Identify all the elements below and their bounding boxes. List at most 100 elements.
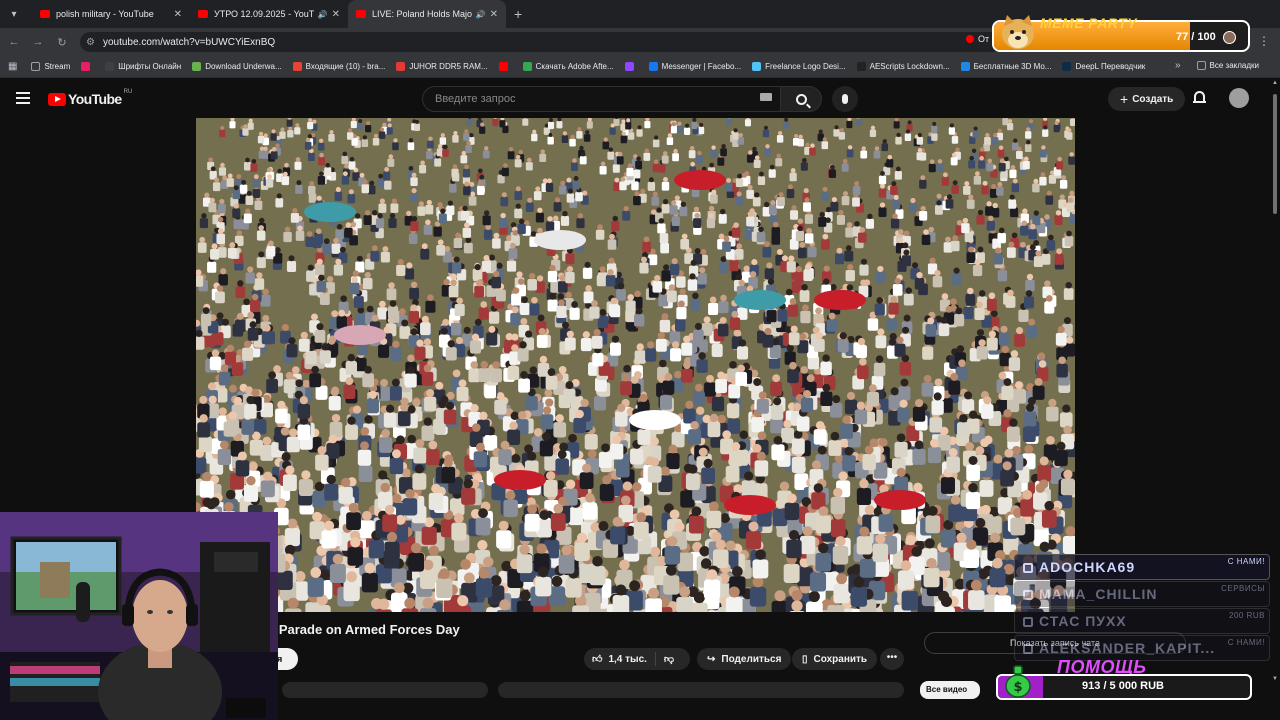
supporter-row: ADOCHKA69 С НАМИ!: [1014, 554, 1270, 580]
bookmark-favicon-icon: [752, 62, 762, 71]
apps-grid-icon[interactable]: ▦: [8, 61, 17, 72]
meme-party-count: 77 / 100: [1176, 31, 1216, 43]
like-dislike-group: 👍︎ 1,4 тыс. 👎︎: [584, 648, 690, 670]
umbrella: [674, 170, 726, 190]
bookmark-favicon-icon: [856, 62, 866, 71]
video-title: y Parade on Armed Forces Day: [268, 622, 460, 637]
browser-tab[interactable]: polish military - YouTube ✕: [32, 0, 190, 28]
page-scrollbar[interactable]: ▲ ▼: [1270, 78, 1280, 720]
bookmarks-bar: ▦ Stream Шрифты Онлайн Download Underwa.…: [0, 56, 1280, 78]
twitch-icon: [1023, 590, 1033, 600]
streamer-webcam: [0, 512, 278, 720]
bookmark-item[interactable]: Freelance Logo Desi...: [752, 62, 846, 71]
browser-menu-icon[interactable]: ⋮: [1258, 34, 1270, 48]
menu-icon[interactable]: [16, 92, 30, 104]
site-info-icon[interactable]: ⚙: [86, 37, 95, 48]
crowd-video-frame: [196, 118, 1075, 612]
bookmark-favicon-icon: [1062, 62, 1072, 71]
bookmark-favicon-icon: [81, 62, 91, 71]
twitch-icon: [1023, 617, 1033, 627]
dislike-button[interactable]: 👎︎: [656, 653, 682, 665]
close-tab-icon[interactable]: ✕: [332, 9, 340, 20]
donation-goal-amount: 913 / 5 000 RUB: [1082, 680, 1164, 692]
keyboard-icon[interactable]: [760, 93, 772, 101]
omnibox-chip[interactable]: От: [966, 34, 989, 44]
microphone-icon: [842, 94, 848, 104]
folder-icon: [1196, 61, 1206, 70]
close-tab-icon[interactable]: ✕: [174, 9, 182, 20]
back-icon[interactable]: ←: [2, 36, 26, 48]
bookmark-favicon-icon: [292, 62, 302, 71]
bookmark-item[interactable]: JUHOR DDR5 RAM...: [396, 62, 488, 71]
umbrella: [629, 410, 681, 430]
youtube-favicon-icon: [356, 10, 366, 18]
bookmark-item[interactable]: DeepL Переводчик: [1062, 62, 1145, 71]
save-button[interactable]: ▯ Сохранить: [792, 648, 878, 670]
umbrella: [724, 495, 776, 515]
all-bookmarks-button[interactable]: Все закладки: [1196, 61, 1259, 70]
umbrella: [734, 290, 786, 310]
browser-tab-active[interactable]: LIVE: Poland Holds Major M 🔊 ✕: [348, 0, 506, 28]
speaker-icon[interactable]: 🔊: [476, 10, 486, 19]
filter-chip-all[interactable]: Все видео: [920, 681, 980, 699]
share-button[interactable]: ↪ Поделиться: [697, 648, 792, 670]
plus-icon: +: [1120, 91, 1129, 107]
screen: ▾ polish military - YouTube ✕ УТРО 12.09…: [0, 0, 1280, 720]
search-button[interactable]: [780, 86, 822, 112]
like-button[interactable]: 👍︎ 1,4 тыс.: [584, 652, 656, 666]
tab-title: УТРО 12.09.2025 - YouTube: [214, 9, 314, 19]
youtube-logo[interactable]: YouTube RU: [48, 89, 133, 107]
scroll-up-icon[interactable]: ▲: [1272, 80, 1278, 86]
region-label: RU: [123, 89, 133, 95]
meme-party-avatar-icon: [1223, 31, 1236, 44]
more-bookmarks-icon[interactable]: »: [1175, 60, 1181, 71]
twitch-icon: [1023, 563, 1033, 573]
browser-tab[interactable]: УТРО 12.09.2025 - YouTube 🔊 ✕: [190, 0, 348, 28]
close-tab-icon[interactable]: ✕: [490, 9, 498, 20]
bookmark-favicon-icon: [624, 62, 634, 71]
bookmark-item[interactable]: [498, 62, 512, 71]
share-arrow-icon: ↪: [707, 653, 716, 665]
search-input[interactable]: Введите запрос: [422, 86, 782, 112]
bookmark-item[interactable]: Бесплатные 3D Мо...: [960, 62, 1051, 71]
bookmark-item[interactable]: Входящие (10) - bra...: [292, 62, 385, 71]
bookmark-item[interactable]: Шрифты Онлайн: [105, 62, 181, 71]
bookmark-favicon-icon: [192, 62, 202, 71]
video-player[interactable]: [196, 118, 1075, 612]
scroll-down-icon[interactable]: ▼: [1272, 676, 1278, 682]
webcam-frame: [0, 512, 278, 720]
supporters-feed: ADOCHKA69 С НАМИ! MAMA_CHILLIN СЕРВИСЫ СТА…: [1014, 554, 1270, 662]
thumbs-down-icon: 👎︎: [663, 654, 675, 665]
description-chip[interactable]: [282, 682, 488, 698]
forward-icon[interactable]: →: [26, 36, 50, 48]
new-tab-icon[interactable]: +: [514, 6, 522, 22]
avatar[interactable]: [1229, 88, 1249, 108]
bookmark-item[interactable]: Скачать Adobe Afte...: [522, 62, 614, 71]
bookmark-item[interactable]: [81, 62, 94, 71]
umbrella: [334, 325, 386, 345]
twitch-icon: [1023, 644, 1033, 654]
supporter-row: СТАС ПУХХ 200 RUB: [1014, 608, 1270, 634]
bookmark-item[interactable]: Stream: [31, 62, 70, 71]
tab-search-icon[interactable]: ▾: [4, 4, 24, 24]
bookmark-item[interactable]: Download Underwa...: [192, 62, 282, 71]
bookmark-favicon-icon: [522, 62, 532, 71]
scrollbar-thumb[interactable]: [1273, 94, 1277, 214]
more-actions-button[interactable]: •••: [880, 648, 904, 670]
search-icon: [795, 93, 807, 105]
youtube-header: YouTube RU Введите запрос + Создать: [0, 78, 1270, 118]
voice-search-button[interactable]: [832, 86, 858, 112]
youtube-play-icon: [48, 92, 66, 106]
tab-title: LIVE: Poland Holds Major M: [372, 9, 472, 19]
speaker-icon[interactable]: 🔊: [318, 10, 328, 19]
create-button[interactable]: + Создать: [1108, 87, 1186, 111]
bookmark-item[interactable]: Messenger | Facebo...: [648, 62, 741, 71]
supporter-row: MAMA_CHILLIN СЕРВИСЫ: [1014, 581, 1270, 607]
bookmark-item[interactable]: AEScripts Lockdown...: [856, 62, 950, 71]
description-chip[interactable]: [498, 682, 904, 698]
reload-icon[interactable]: ↻: [50, 36, 74, 49]
notifications-bell-icon[interactable]: [1193, 91, 1206, 105]
umbrella: [814, 290, 866, 310]
doge-icon: [1002, 15, 1034, 49]
bookmark-item[interactable]: [624, 62, 638, 71]
